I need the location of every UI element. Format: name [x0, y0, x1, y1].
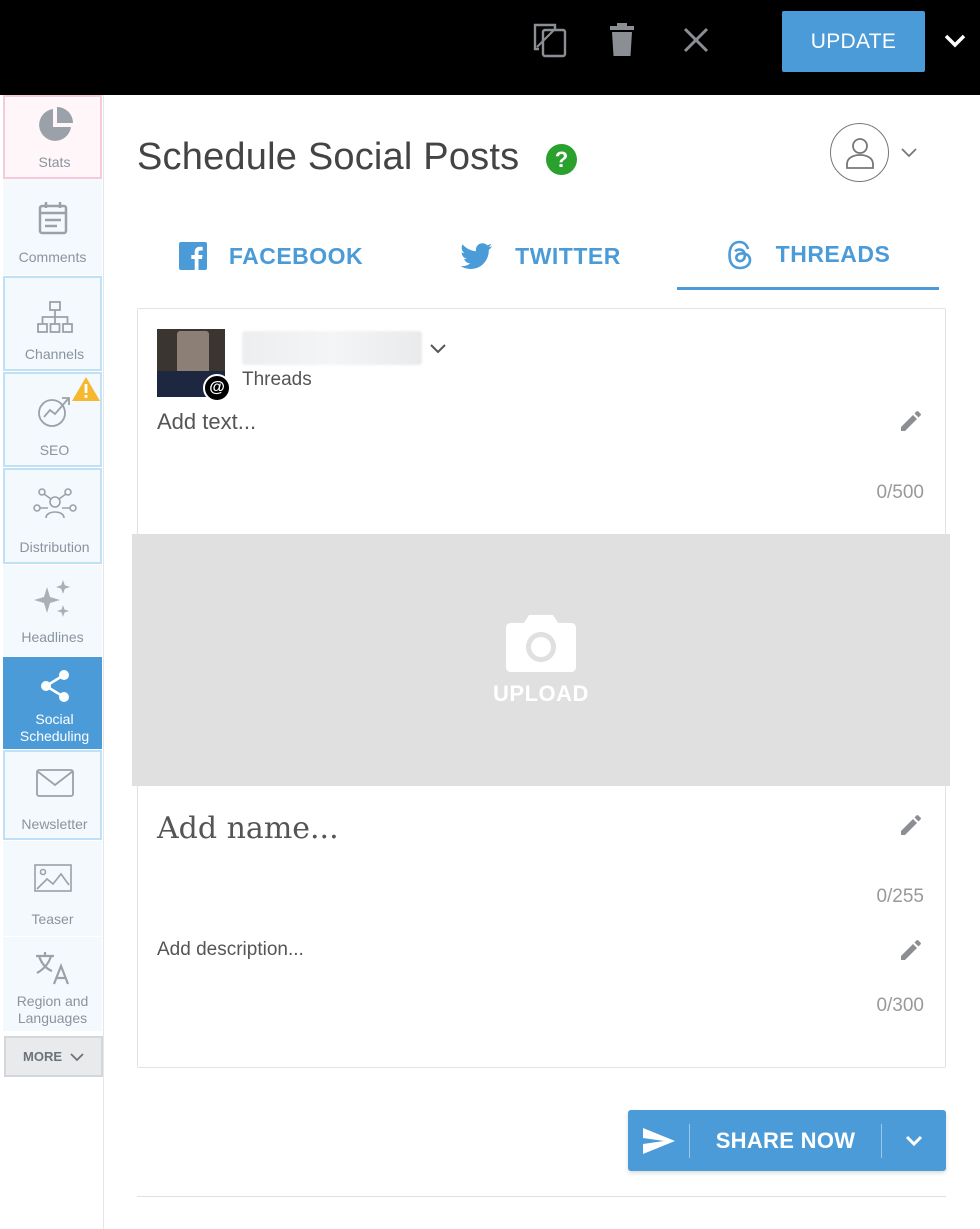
sidebar-item-comments[interactable]: Comments	[3, 179, 102, 275]
share-now-button[interactable]: SHARE NOW	[628, 1110, 946, 1171]
share-options-chevron-down-icon[interactable]	[882, 1135, 946, 1147]
chevron-down-icon	[70, 1052, 84, 1061]
more-button[interactable]: MORE	[4, 1036, 103, 1077]
sidebar-item-label: Newsletter	[21, 816, 88, 832]
translate-icon	[3, 951, 102, 985]
post-text-input[interactable]: Add text...	[157, 409, 256, 435]
account-select-chevron-down-icon[interactable]	[426, 337, 450, 361]
sidebar-item-social-scheduling[interactable]: Social Scheduling	[3, 657, 102, 749]
tab-facebook[interactable]: FACEBOOK	[140, 222, 402, 290]
sidebar-item-label: Comments	[18, 249, 87, 265]
network-icon	[5, 488, 104, 524]
twitter-icon	[461, 243, 493, 269]
envelope-icon	[5, 768, 104, 798]
sidebar-item-seo[interactable]: SEO	[3, 372, 102, 467]
camera-icon	[506, 615, 576, 672]
sidebar-item-label: Stats	[38, 154, 71, 170]
duplicate-icon[interactable]	[528, 20, 572, 60]
image-icon	[3, 863, 102, 895]
edit-name-pencil-icon[interactable]	[898, 812, 924, 838]
sidebar-item-region-languages[interactable]: Region and Languages	[3, 937, 102, 1031]
divider	[137, 1196, 946, 1197]
calendar-icon	[3, 201, 102, 235]
page-title: Schedule Social Posts	[137, 136, 520, 178]
edit-text-pencil-icon[interactable]	[898, 408, 924, 434]
upload-label: UPLOAD	[493, 681, 589, 706]
tab-label: FACEBOOK	[228, 242, 364, 269]
close-icon[interactable]	[674, 20, 718, 60]
pie-chart-icon	[5, 107, 104, 143]
share-icon	[5, 669, 104, 703]
sidebar-item-label: SEO	[39, 442, 70, 458]
sidebar-item-label: Teaser	[31, 911, 74, 927]
help-icon[interactable]: ?	[546, 144, 577, 175]
threads-icon	[727, 240, 751, 269]
text-char-counter: 0/500	[876, 482, 924, 503]
edit-description-pencil-icon[interactable]	[898, 937, 924, 963]
update-button[interactable]: UPDATE	[782, 11, 925, 72]
account-platform-label: Threads	[242, 369, 312, 390]
user-avatar[interactable]	[830, 123, 889, 182]
sidebar-item-label: Region and Languages	[16, 993, 89, 1026]
more-label: MORE	[23, 1049, 62, 1064]
sidebar-item-label: Headlines	[21, 629, 84, 645]
post-description-input[interactable]: Add description...	[157, 939, 304, 961]
sidebar-item-label: Distribution	[19, 539, 90, 555]
description-char-counter: 0/300	[876, 995, 924, 1016]
account-name-redacted	[242, 331, 422, 365]
tab-threads[interactable]: THREADS	[677, 222, 939, 290]
sitemap-icon	[5, 300, 104, 334]
facebook-icon	[178, 242, 207, 270]
send-icon	[628, 1123, 690, 1158]
tab-label: THREADS	[775, 241, 891, 267]
sidebar-item-label: Social Scheduling	[19, 711, 90, 744]
sidebar-item-label: Channels	[24, 346, 85, 362]
update-menu-chevron-down-icon[interactable]	[930, 20, 980, 62]
tab-label: TWITTER	[515, 242, 621, 269]
tab-twitter[interactable]: TWITTER	[412, 222, 670, 290]
image-upload-area[interactable]: UPLOAD	[132, 534, 950, 786]
name-char-counter: 0/255	[876, 886, 924, 907]
sidebar-item-newsletter[interactable]: Newsletter	[3, 750, 102, 840]
sparkle-icon	[3, 579, 102, 619]
sidebar-item-channels[interactable]: Channels	[3, 276, 102, 371]
user-menu-chevron-down-icon[interactable]	[896, 140, 922, 166]
threads-badge-icon: @	[203, 374, 231, 402]
post-name-input[interactable]: Add name...	[157, 811, 339, 846]
sidebar-item-stats[interactable]: Stats	[3, 95, 102, 179]
top-toolbar: UPDATE	[0, 0, 980, 95]
sidebar-item-teaser[interactable]: Teaser	[3, 841, 102, 936]
sidebar: Stats Comments Channels SEO Distribution…	[0, 95, 104, 1229]
warning-icon	[71, 376, 101, 406]
sidebar-item-headlines[interactable]: Headlines	[3, 565, 102, 656]
sidebar-item-distribution[interactable]: Distribution	[3, 468, 102, 564]
trash-icon[interactable]	[600, 20, 644, 60]
share-now-label: SHARE NOW	[690, 1123, 882, 1158]
user-icon	[845, 137, 874, 169]
